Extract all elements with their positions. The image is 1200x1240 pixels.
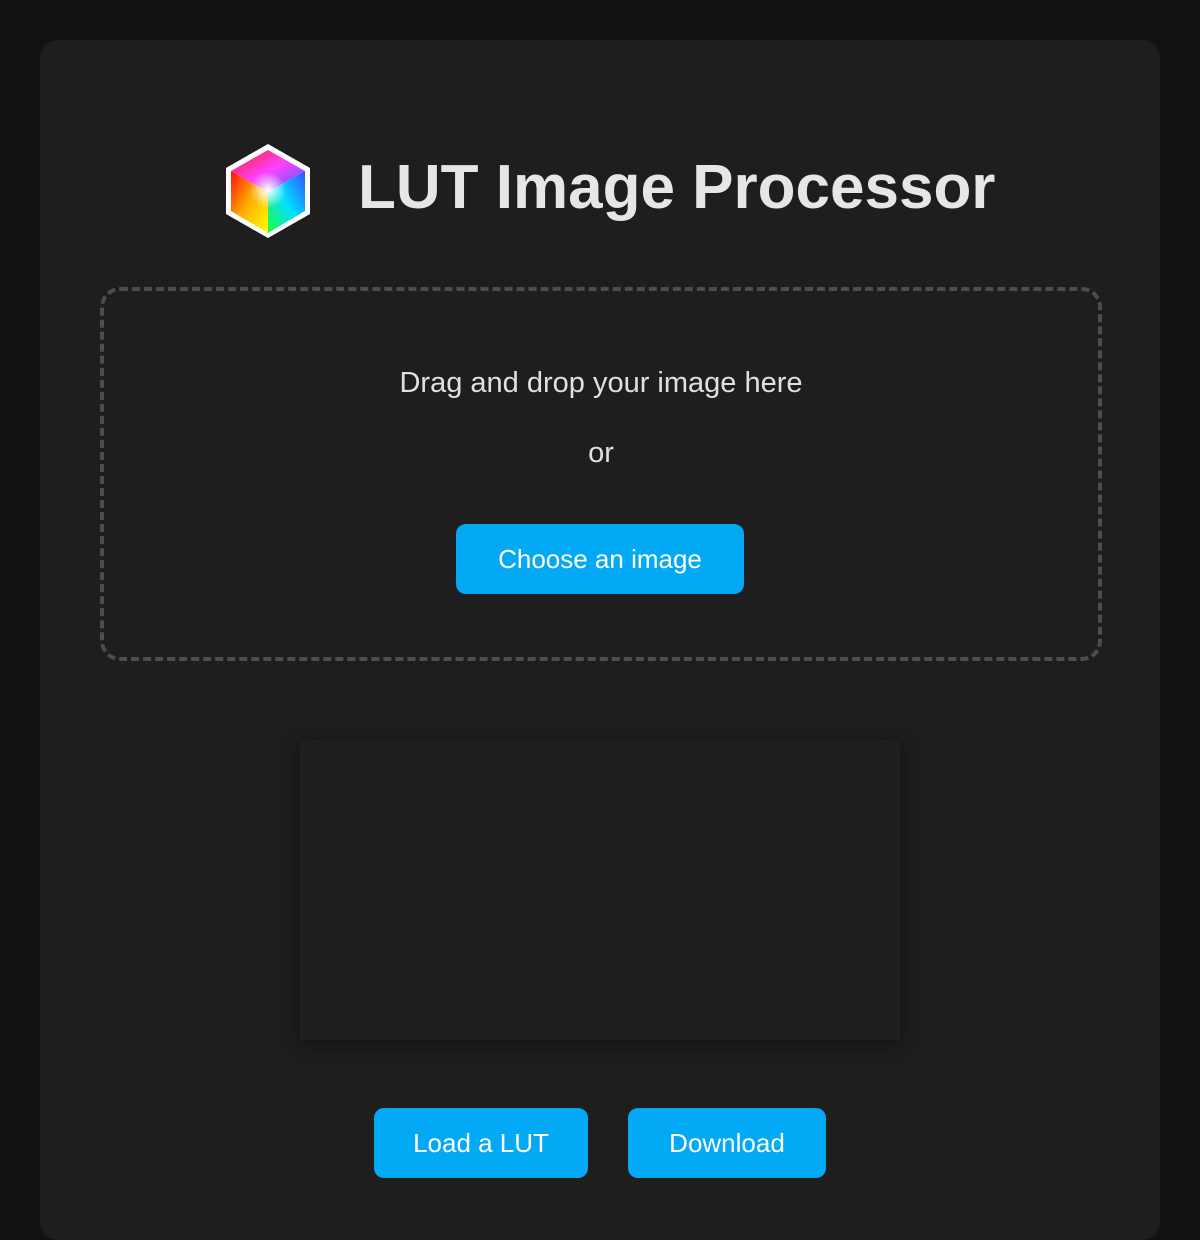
load-lut-button[interactable]: Load a LUT <box>374 1108 588 1178</box>
dropzone-instruction: Drag and drop your image here <box>399 367 803 399</box>
choose-image-button[interactable]: Choose an image <box>456 524 744 594</box>
download-button[interactable]: Download <box>628 1108 826 1178</box>
dropzone-separator: or <box>588 437 614 469</box>
app-title: LUT Image Processor <box>358 153 996 222</box>
rgb-color-cube-icon <box>226 144 310 238</box>
image-dropzone[interactable]: Drag and drop your image here or Choose … <box>100 287 1102 661</box>
app-header: LUT Image Processor <box>0 140 1200 240</box>
image-preview-area <box>300 740 900 1040</box>
